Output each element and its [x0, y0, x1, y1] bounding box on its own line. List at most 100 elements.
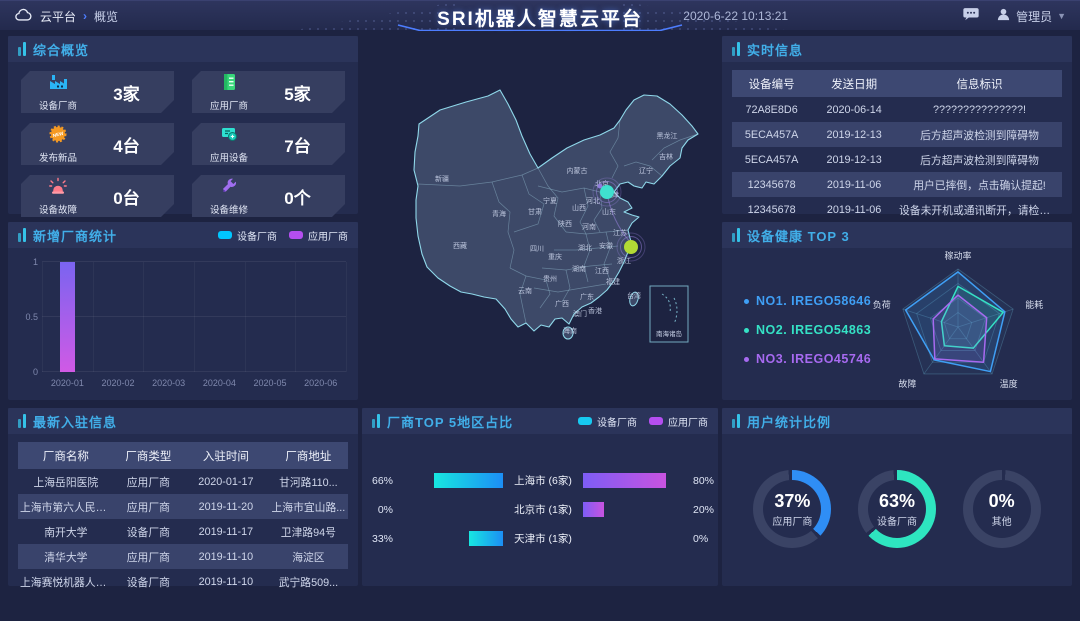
panel-title-icon: [372, 414, 380, 428]
legend-item[interactable]: 应用厂商: [649, 414, 708, 429]
panel-region-share-header: 厂商TOP 5地区占比 设备厂商应用厂商: [362, 408, 718, 434]
table-cell: 应用厂商: [114, 494, 183, 519]
province-label-辽宁: 辽宁: [639, 166, 653, 175]
grid-line: [295, 262, 296, 372]
stat-card-factory[interactable]: 设备厂商3家: [21, 71, 174, 113]
legend-item[interactable]: 应用厂商: [289, 228, 348, 243]
donut-value: 0%: [989, 491, 1015, 512]
column-header: 设备编号: [732, 70, 811, 97]
app-vendor-bar[interactable]: [583, 502, 604, 517]
chevron-down-icon: ▼: [1057, 11, 1066, 21]
table-cell: 上海市宜山路...: [269, 494, 348, 519]
table-cell: 后方超声波检测到障碍物: [897, 122, 1062, 147]
column-header: 信息标识: [897, 70, 1062, 97]
stat-value: 5家: [258, 80, 337, 105]
legend-swatch: [289, 231, 303, 239]
radar-axis-label: 能耗: [1025, 299, 1043, 310]
table-cell: 海淀区: [269, 544, 348, 569]
x-tick-label: 2020-04: [194, 378, 245, 392]
table-row[interactable]: 72A8E8D62020-06-14???????????????!: [732, 97, 1062, 122]
table-cell: 72A8E8D6: [732, 97, 811, 122]
right-percent-label: 20%: [687, 504, 721, 516]
table-cell: 后方超声波检测到障碍物: [897, 147, 1062, 172]
grid-line: [93, 262, 94, 372]
panel-title-icon: [732, 414, 740, 428]
radar-axis-label: 故障: [898, 378, 916, 389]
table-cell: ???????????????!: [897, 97, 1062, 122]
table-cell: 上海市第六人民医...: [18, 494, 114, 519]
region-label: 上海市 (6家): [503, 473, 583, 488]
admin-menu[interactable]: 管理员 ▼: [996, 7, 1066, 25]
device-vendor-bar[interactable]: [434, 473, 503, 488]
stat-card-alarm[interactable]: 设备故障0台: [21, 175, 174, 217]
table-cell: 卫津路94号: [269, 519, 348, 544]
top-header: 云平台 › 概览 SRI机器人智慧云平台 2020-6-22 10:13:21 …: [0, 0, 1080, 30]
table-header-row: 厂商名称厂商类型入驻时间厂商地址: [18, 442, 348, 469]
device-icon: [218, 124, 240, 149]
table-cell: 武宁路509...: [269, 569, 348, 594]
table-row[interactable]: 5ECA457A2019-12-13后方超声波检测到障碍物: [732, 147, 1062, 172]
right-percent-label: 80%: [687, 475, 721, 487]
donut-label: 其他: [992, 513, 1012, 528]
x-tick-label: 2020-01: [42, 378, 93, 392]
province-label-四川: 四川: [530, 245, 544, 253]
stat-value: 7台: [258, 132, 337, 157]
grid-line: [42, 262, 43, 372]
user-ratio-donuts: 37%应用厂商63%设备厂商0%其他: [722, 434, 1072, 548]
donut-value: 63%: [879, 491, 915, 512]
table-cell: 5ECA457A: [732, 147, 811, 172]
bullet-icon: [744, 299, 749, 304]
province-label-内蒙古: 内蒙古: [567, 166, 588, 175]
beijing-tianjin-marker[interactable]: [600, 185, 614, 199]
table-cell: 2020-01-17: [183, 469, 269, 494]
table-cell: 南开大学: [18, 519, 114, 544]
device-vendor-bar[interactable]: [469, 531, 503, 546]
panel-title-icon: [18, 42, 26, 56]
stat-label: 发布新品: [39, 150, 77, 164]
legend-item[interactable]: 设备厂商: [218, 228, 277, 243]
stat-icon-wrap: 设备故障: [29, 176, 87, 216]
table-row[interactable]: 上海市第六人民医...应用厂商2019-11-20上海市宜山路...: [18, 494, 348, 519]
app-doc-icon: [218, 72, 240, 97]
stat-card-device[interactable]: 应用设备7台: [192, 123, 345, 165]
panel-title-icon: [18, 414, 26, 428]
panel-vendor-stats-title: 新增厂商统计: [33, 226, 117, 245]
stat-card-app-doc[interactable]: 应用厂商5家: [192, 71, 345, 113]
panel-latest-entries-title: 最新入驻信息: [33, 412, 117, 431]
table-cell: 上海赛悦机器人科...: [18, 569, 114, 594]
new-badge-icon: NEW: [47, 124, 69, 149]
table-row[interactable]: 123456782019-11-06用户已摔倒，点击确认提起!: [732, 172, 1062, 197]
shanghai-marker[interactable]: [624, 240, 638, 254]
province-label-陕西: 陕西: [558, 219, 572, 228]
table-row[interactable]: 清华大学应用厂商2019-11-10海淀区: [18, 544, 348, 569]
province-label-广东: 广东: [580, 292, 594, 301]
stat-card-wrench[interactable]: 设备维修0个: [192, 175, 345, 217]
table-header-row: 设备编号发送日期信息标识: [732, 70, 1062, 97]
province-label-吉林: 吉林: [659, 152, 673, 161]
table-cell: 用户已摔倒，点击确认提起!: [897, 172, 1062, 197]
column-header: 发送日期: [811, 70, 897, 97]
panel-overview: 综合概览 设备厂商3家应用厂商5家NEW发布新品4台应用设备7台设备故障0台设备…: [8, 36, 358, 214]
table-row[interactable]: 5ECA457A2019-12-13后方超声波检测到障碍物: [732, 122, 1062, 147]
table-cell: 2019-12-13: [811, 147, 897, 172]
x-tick-label: 2020-03: [143, 378, 194, 392]
stat-card-new-badge[interactable]: NEW发布新品4台: [21, 123, 174, 165]
panel-realtime: 实时信息 设备编号发送日期信息标识72A8E8D62020-06-14?????…: [722, 36, 1072, 214]
dashboard-screen: 云平台 › 概览 SRI机器人智慧云平台 2020-6-22 10:13:21 …: [0, 0, 1080, 621]
donut-text: 37%应用厂商: [753, 470, 831, 548]
panel-region-share-title: 厂商TOP 5地区占比: [387, 412, 513, 431]
message-icon[interactable]: [962, 6, 980, 26]
legend-item[interactable]: 设备厂商: [578, 414, 637, 429]
stat-label: 设备厂商: [39, 98, 77, 112]
stat-value: 0台: [87, 184, 166, 209]
x-tick-label: 2020-06: [295, 378, 346, 392]
bar-应用厂商[interactable]: [60, 262, 75, 372]
province-label-甘肃: 甘肃: [528, 207, 542, 216]
table-row[interactable]: 南开大学设备厂商2019-11-17卫津路94号: [18, 519, 348, 544]
table-row[interactable]: 上海岳阳医院应用厂商2020-01-17甘河路110...: [18, 469, 348, 494]
table-row[interactable]: 123456782019-11-06设备未开机或通讯断开，请检查设备情况!: [732, 197, 1062, 222]
app-vendor-bar[interactable]: [583, 473, 666, 488]
province-label-山东: 山东: [602, 207, 616, 216]
table-row[interactable]: 上海赛悦机器人科...设备厂商2019-11-10武宁路509...: [18, 569, 348, 594]
table-cell: 应用厂商: [114, 469, 183, 494]
